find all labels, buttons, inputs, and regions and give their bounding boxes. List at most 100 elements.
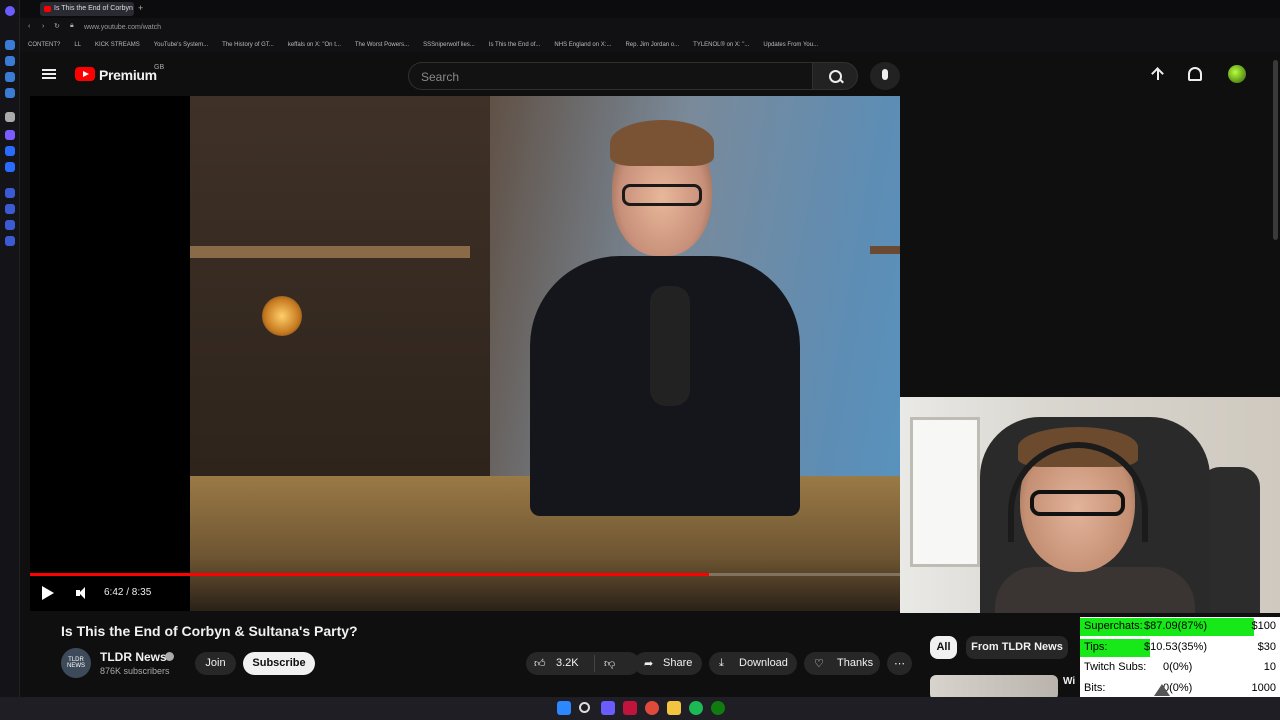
folder-icon[interactable]	[667, 701, 681, 715]
taskbar	[0, 697, 1280, 720]
bookmark-item[interactable]: Is This the End of...	[489, 42, 541, 48]
goal-value: $10.53(35%)	[1144, 640, 1207, 653]
bookmark-item[interactable]: keffals on X: "On t...	[288, 42, 341, 48]
dislike-icon[interactable]: 👎︎	[604, 657, 615, 670]
sidebar-app-icon[interactable]	[5, 72, 15, 82]
sidebar-app-icon[interactable]	[5, 56, 15, 66]
sidebar-app-icon[interactable]	[5, 88, 15, 98]
menu-icon[interactable]	[42, 69, 56, 79]
goal-value: 0(0%)	[1163, 661, 1193, 674]
bookmark-item[interactable]: SSSniperwolf lies...	[423, 42, 475, 48]
search-icon[interactable]	[579, 702, 590, 713]
youtube-favicon-icon	[44, 6, 51, 12]
youtube-logo-icon[interactable]	[75, 67, 95, 81]
video-title: Is This the End of Corbyn & Sultana's Pa…	[61, 623, 358, 639]
video-scene-shelf	[190, 246, 470, 258]
play-icon[interactable]	[42, 586, 54, 600]
recommendation-title[interactable]: Wi	[1063, 676, 1075, 687]
search-icon[interactable]	[812, 62, 858, 90]
sidebar-app-icon[interactable]	[5, 146, 15, 156]
webcam-streamer-body	[995, 567, 1195, 613]
bookmarks-bar: CONTENT? LL KICK STREAMS YouTube's System..…	[20, 38, 1280, 52]
bookmark-item[interactable]: LL	[74, 42, 81, 48]
filter-chip-channel[interactable]: From TLDR News	[966, 636, 1068, 659]
presenter-glasses	[622, 184, 702, 206]
bookmark-item[interactable]: YouTube's System...	[154, 42, 208, 48]
bookmark-item[interactable]: The History of GT...	[222, 42, 274, 48]
sidebar-app-icon[interactable]	[5, 130, 15, 140]
filter-chip-all[interactable]: All	[930, 636, 957, 659]
taskbar-app-icon[interactable]	[623, 701, 637, 715]
sidebar-app-icon[interactable]	[5, 162, 15, 172]
new-tab-icon[interactable]: +	[138, 3, 143, 13]
like-count[interactable]: 3.2K	[556, 657, 579, 669]
search-input[interactable]: Search	[408, 62, 812, 90]
verified-icon	[165, 652, 174, 661]
goal-target: 1000	[1251, 681, 1276, 694]
reload-icon[interactable]: ↻	[54, 22, 60, 30]
video-scene-lamp	[262, 296, 302, 336]
sidebar-app-icon[interactable]	[5, 188, 15, 198]
thanks-button[interactable]: ♡ Thanks	[804, 652, 880, 675]
volume-icon[interactable]	[76, 587, 88, 599]
taskbar-app-icon[interactable]	[601, 701, 615, 715]
sidebar-app-icon[interactable]	[5, 236, 15, 246]
url-input[interactable]: www.youtube.com/watch	[84, 24, 161, 31]
goal-row: Twitch Subs: 0(0%) 10	[1080, 658, 1280, 678]
forward-icon[interactable]: ›	[42, 23, 44, 30]
bookmark-item[interactable]: KICK STREAMS	[95, 42, 140, 48]
mic-icon[interactable]	[870, 62, 900, 90]
download-button[interactable]: ⤓ Download	[709, 652, 797, 675]
webcam-overlay	[900, 397, 1280, 613]
goal-target: 10	[1263, 661, 1276, 674]
logo-text[interactable]: Premium	[99, 67, 157, 83]
windows-start-icon[interactable]	[557, 701, 571, 715]
bookmark-item[interactable]: Updates From You...	[763, 42, 818, 48]
bell-icon[interactable]	[1188, 67, 1202, 81]
goal-row: Bits: 0(0%) 1000	[1080, 679, 1280, 699]
download-label: Download	[739, 657, 788, 669]
browser-tab-active[interactable]: Is This the End of Corbyn	[40, 2, 134, 16]
share-icon: ➦	[644, 658, 654, 670]
xbox-icon[interactable]	[711, 701, 725, 715]
bookmark-item[interactable]: TYLENOL® on X: "...	[693, 42, 749, 48]
subscribe-button[interactable]: Subscribe	[243, 652, 315, 675]
sidebar-app-icon[interactable]	[5, 112, 15, 122]
like-icon[interactable]: 👍︎	[534, 657, 546, 670]
goal-target: $100	[1251, 620, 1276, 632]
scrollbar[interactable]	[1273, 60, 1278, 240]
goal-label: Twitch Subs:	[1084, 661, 1147, 674]
share-button[interactable]: ➦ Share	[634, 652, 702, 675]
channel-name[interactable]: TLDR News	[100, 650, 167, 664]
upload-icon[interactable]	[1152, 68, 1164, 82]
video-player[interactable]: 6:42 / 8:35	[30, 96, 900, 611]
goal-value: $87.09(87%)	[1144, 620, 1207, 632]
sidebar-app-icon[interactable]	[5, 220, 15, 230]
warning-icon	[1154, 683, 1170, 696]
lock-icon: 🔒︎	[70, 22, 74, 29]
taskbar-app-icon[interactable]	[645, 701, 659, 715]
time-display: 6:42 / 8:35	[104, 587, 152, 598]
more-actions-button[interactable]: ⋯	[887, 652, 912, 675]
browser-logo-icon[interactable]	[5, 6, 15, 16]
thanks-icon: ♡	[814, 658, 824, 670]
back-icon[interactable]: ‹	[28, 23, 30, 30]
thanks-label: Thanks	[837, 657, 874, 669]
divider	[594, 655, 595, 672]
video-presenter	[500, 120, 830, 516]
sidebar-app-icon[interactable]	[5, 40, 15, 50]
sidebar-app-icon[interactable]	[5, 204, 15, 214]
bookmark-item[interactable]: The Worst Powers...	[355, 42, 409, 48]
microphone-icon	[650, 286, 690, 406]
youtube-header: Premium GB Search	[20, 52, 1280, 96]
browser-sidebar	[0, 0, 20, 700]
bookmark-item[interactable]: Rep. Jim Jordan o...	[625, 42, 679, 48]
spotify-icon[interactable]	[689, 701, 703, 715]
bookmark-item[interactable]: NHS England on X:...	[554, 42, 611, 48]
logo-region: GB	[154, 64, 165, 71]
channel-avatar[interactable]: TLDR NEWS	[61, 648, 91, 678]
address-bar: ‹ › ↻ 🔒︎ www.youtube.com/watch	[20, 18, 1280, 38]
join-button[interactable]: Join	[195, 652, 236, 675]
avatar[interactable]	[1228, 65, 1246, 83]
bookmark-item[interactable]: CONTENT?	[28, 42, 60, 48]
